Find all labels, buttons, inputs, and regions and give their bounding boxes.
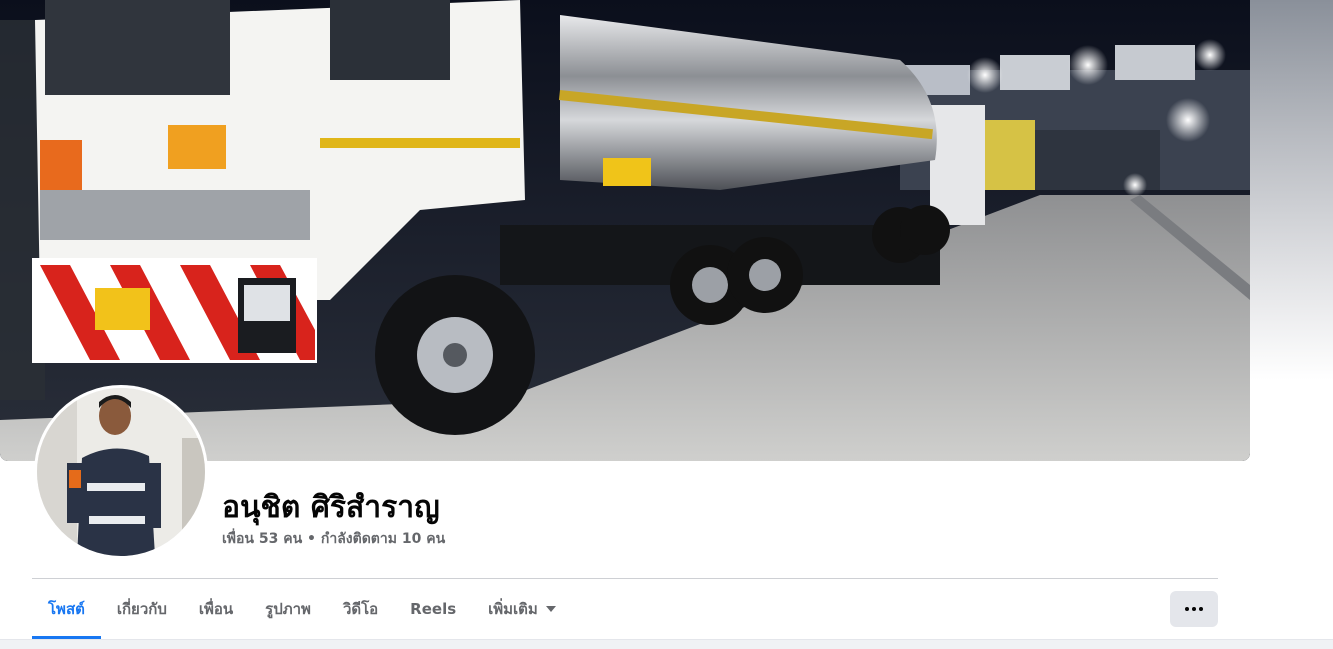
ellipsis-icon [1185,607,1189,611]
tab-about[interactable]: เกี่ยวกับ [101,579,183,639]
tab-posts[interactable]: โพสต์ [32,579,101,639]
tab-more[interactable]: เพิ่มเติม [472,579,572,639]
tab-posts-label: โพสต์ [48,600,85,618]
tab-about-label: เกี่ยวกับ [116,600,167,618]
profile-tabs: โพสต์ เกี่ยวกับ เพื่อน รูปภาพ วิดีโอ Ree… [32,579,572,639]
tab-friends[interactable]: เพื่อน [183,579,249,639]
tab-friends-label: เพื่อน [198,600,234,618]
tab-reels-label: Reels [410,600,457,618]
cover-photo-illustration [0,0,1250,461]
cover-photo[interactable] [0,0,1250,461]
ellipsis-dot [1192,607,1196,611]
avatar-illustration [37,388,205,556]
tab-photos-label: รูปภาพ [265,600,311,618]
tab-reels[interactable]: Reels [394,579,472,639]
tab-videos-label: วิดีโอ [342,600,379,618]
tab-videos[interactable]: วิดีโอ [327,579,394,639]
page-background-fade [1250,0,1333,380]
tab-photos[interactable]: รูปภาพ [249,579,327,639]
more-options-button[interactable] [1170,591,1218,627]
profile-avatar[interactable] [37,388,205,556]
profile-name: อนุชิต ศิริสำราญ [222,490,440,525]
ellipsis-dot [1199,607,1203,611]
caret-down-icon [545,606,556,612]
tab-more-label: เพิ่มเติม [488,600,538,618]
profile-stats[interactable]: เพื่อน 53 คน • กำลังติดตาม 10 คน [222,528,445,550]
